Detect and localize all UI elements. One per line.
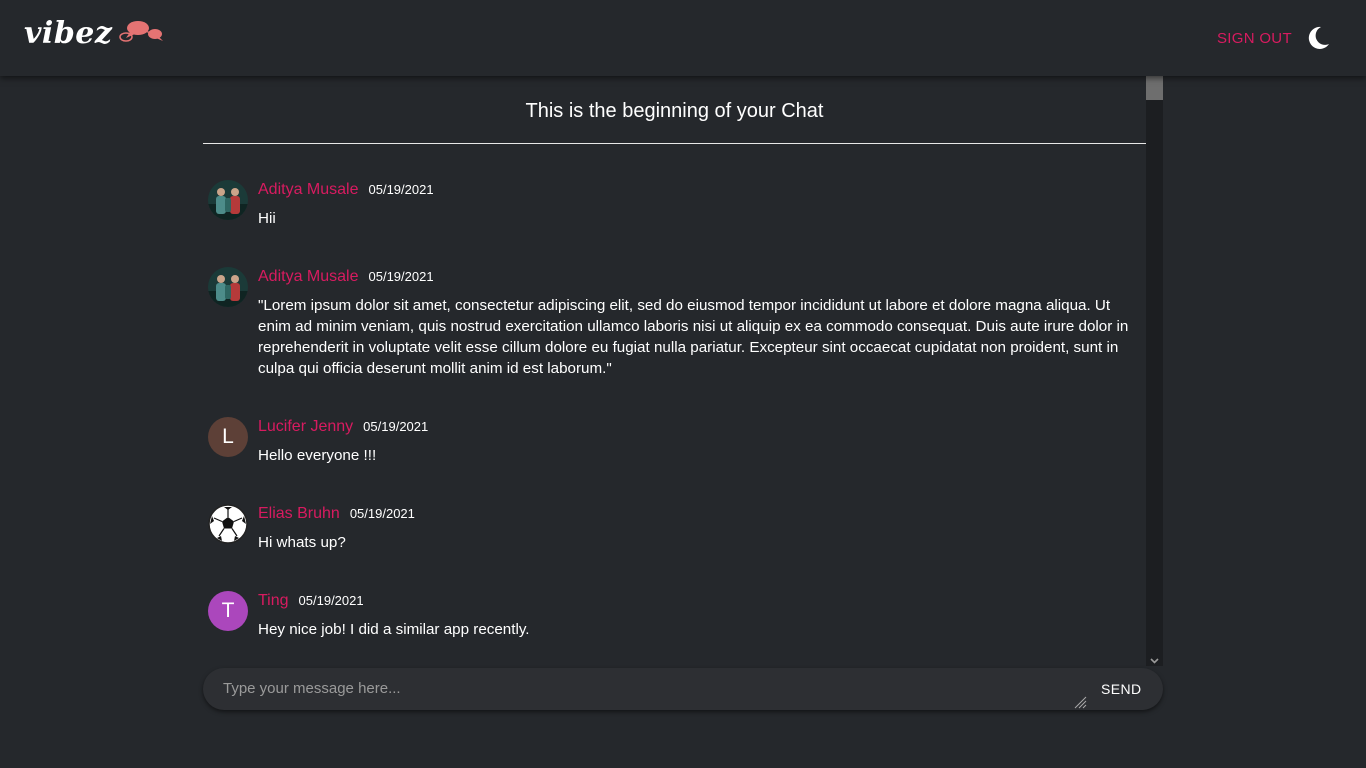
author-name: Ting [258, 592, 289, 609]
message-input[interactable] [223, 668, 1091, 710]
message-text: Hello everyone !!! [258, 447, 377, 464]
message-date: 05/19/2021 [368, 182, 434, 197]
logo-text: vibez [24, 16, 113, 51]
chat-bubbles-icon [118, 19, 166, 50]
avatar[interactable]: L [208, 417, 248, 457]
author-name: Aditya Musale [258, 181, 359, 198]
soccer-ball-icon[interactable] [208, 504, 248, 544]
message-date: 05/19/2021 [298, 593, 364, 608]
message-header: Elias Bruhn 05/19/2021 [258, 505, 415, 523]
logo[interactable]: vibez [24, 16, 166, 51]
chat-title: This is the beginning of your Chat [525, 100, 824, 122]
message-text: Hii [258, 210, 276, 227]
message-header: Aditya Musale 05/19/2021 [258, 268, 434, 286]
sign-out-button[interactable]: SIGN OUT [1217, 30, 1292, 47]
avatar-letter: T [221, 599, 235, 622]
app-header: vibez SIGN OUT [0, 0, 1366, 76]
message-header: Lucifer Jenny 05/19/2021 [258, 418, 428, 436]
avatar[interactable] [208, 180, 248, 220]
message-date: 05/19/2021 [363, 419, 429, 434]
author-name: Elias Bruhn [258, 505, 340, 522]
scrollbar-thumb[interactable] [1146, 76, 1163, 100]
chat-scrollbar[interactable] [1146, 76, 1163, 666]
author-name: Aditya Musale [258, 268, 359, 285]
chat-messages-panel[interactable]: This is the beginning of your Chat Adity… [203, 76, 1146, 666]
resize-grip-icon[interactable] [1073, 695, 1087, 709]
chevron-down-icon[interactable] [1149, 653, 1160, 664]
message-header: Ting 05/19/2021 [258, 592, 364, 610]
avatar[interactable]: T [208, 591, 248, 631]
message-date: 05/19/2021 [349, 506, 415, 521]
avatar-letter: L [222, 425, 234, 448]
message-text: Hi whats up? [258, 534, 346, 551]
message-date: 05/19/2021 [368, 269, 434, 284]
send-button[interactable]: SEND [1101, 668, 1141, 710]
message-text: "Lorem ipsum dolor sit amet, consectetur… [258, 297, 1129, 377]
message-header: Aditya Musale 05/19/2021 [258, 181, 434, 199]
author-name: Lucifer Jenny [258, 418, 354, 435]
message-text: Hey nice job! I did a similar app recent… [258, 621, 530, 638]
title-divider [203, 143, 1146, 144]
message-composer: SEND [203, 668, 1163, 710]
moon-icon[interactable] [1304, 24, 1332, 52]
avatar[interactable] [208, 267, 248, 307]
